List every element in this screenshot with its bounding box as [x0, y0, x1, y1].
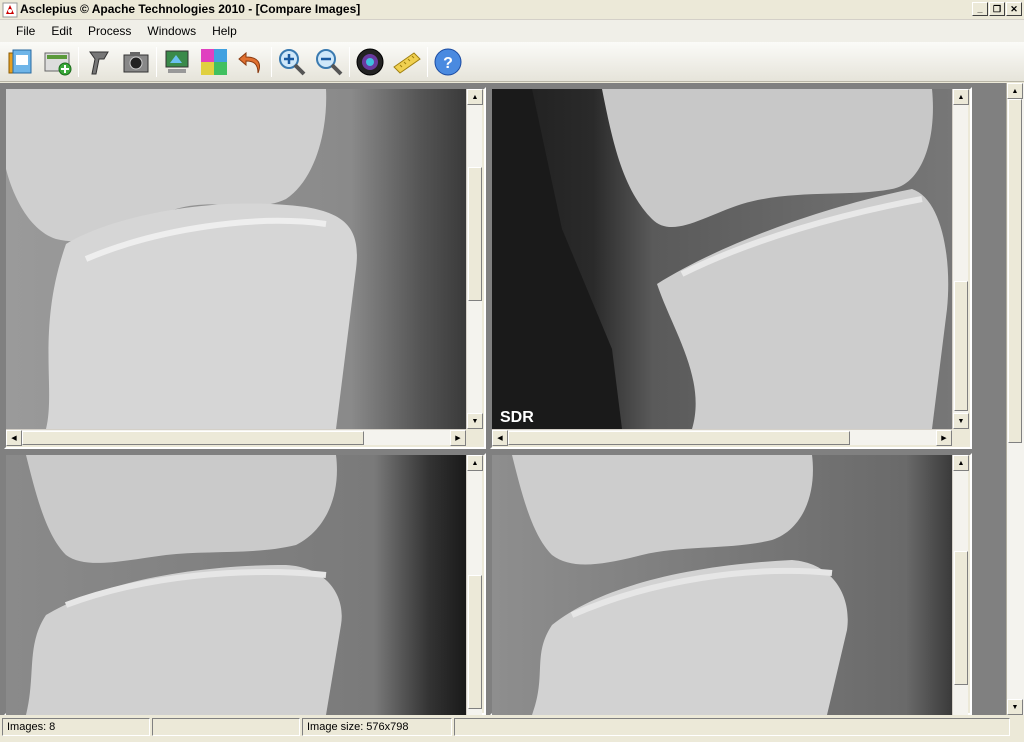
color-palette-icon — [201, 48, 227, 75]
monitor-icon — [165, 50, 189, 73]
monitor-button[interactable] — [160, 45, 194, 79]
toolbar-separator — [349, 46, 350, 77]
close-button[interactable]: ✕ — [1006, 2, 1022, 16]
scroll-thumb[interactable] — [954, 281, 968, 411]
menu-help[interactable]: Help — [204, 24, 245, 38]
restore-button[interactable]: ❐ — [989, 2, 1005, 16]
vertical-scrollbar[interactable]: ▲ ▼ — [952, 89, 969, 429]
menu-edit[interactable]: Edit — [43, 24, 80, 38]
menu-file[interactable]: File — [8, 24, 43, 38]
window-title: Asclepius © Apache Technologies 2010 - [… — [20, 2, 361, 16]
zoom-in-button[interactable] — [275, 45, 309, 79]
scroll-left-button[interactable]: ◀ — [6, 430, 22, 446]
zoom-out-button[interactable] — [312, 45, 346, 79]
toolbar-separator — [427, 46, 428, 77]
xray-image-1[interactable] — [6, 89, 466, 429]
camera-button[interactable] — [119, 45, 153, 79]
status-bar: Images: 8 Image size: 576x798 — [0, 716, 1024, 742]
scanner-button[interactable] — [82, 45, 116, 79]
scroll-up-button[interactable]: ▲ — [953, 455, 969, 471]
image-pane-3: ▲ — [4, 453, 486, 715]
scroll-down-button[interactable]: ▼ — [953, 413, 969, 429]
compare-workspace: ▲ ▼ ◀ ▶ SDR ▲ ▼ ◀ ▶ ▲ ▲ — [0, 83, 1024, 715]
ruler-button[interactable] — [390, 45, 424, 79]
scroll-up-button[interactable]: ▲ — [1007, 83, 1023, 99]
open-folder-icon — [8, 49, 32, 73]
horizontal-scrollbar[interactable]: ◀ ▶ — [6, 429, 466, 446]
vertical-scrollbar[interactable]: ▲ — [952, 455, 969, 715]
toolbar-separator — [78, 46, 79, 77]
scroll-down-button[interactable]: ▼ — [467, 413, 483, 429]
image-pane-4: ▲ — [490, 453, 972, 715]
palette-button[interactable] — [197, 45, 231, 79]
toolbar-separator — [156, 46, 157, 77]
toolbar: ? — [0, 42, 1024, 82]
undo-icon — [238, 51, 260, 73]
help-icon: ? — [434, 48, 462, 75]
barcode-scanner-icon — [89, 51, 109, 74]
image-pane-2: SDR ▲ ▼ ◀ ▶ — [490, 87, 972, 449]
app-logo-icon — [2, 2, 18, 18]
status-cell-2 — [152, 718, 300, 736]
menu-process[interactable]: Process — [80, 24, 139, 38]
status-image-size: Image size: 576x798 — [302, 718, 452, 736]
xray-image-2[interactable]: SDR — [492, 89, 952, 429]
scroll-thumb[interactable] — [22, 431, 364, 445]
add-image-icon — [44, 52, 72, 75]
minimize-button[interactable]: _ — [972, 2, 988, 16]
add-image-button[interactable] — [41, 45, 75, 79]
scroll-thumb[interactable] — [508, 431, 850, 445]
svg-text:?: ? — [443, 55, 453, 72]
scroll-left-button[interactable]: ◀ — [492, 430, 508, 446]
scroll-right-button[interactable]: ▶ — [936, 430, 952, 446]
lens-button[interactable] — [353, 45, 387, 79]
lens-icon — [356, 48, 384, 75]
sdr-label: SDR — [500, 409, 534, 426]
scroll-up-button[interactable]: ▲ — [467, 455, 483, 471]
scroll-right-button[interactable]: ▶ — [450, 430, 466, 446]
xray-image-3[interactable] — [6, 455, 466, 715]
scroll-down-button[interactable]: ▼ — [1007, 699, 1023, 715]
camera-icon — [123, 51, 149, 72]
vertical-scrollbar[interactable]: ▲ ▼ — [466, 89, 483, 429]
menu-bar: File Edit Process Windows Help — [0, 20, 1024, 42]
scroll-thumb[interactable] — [1008, 99, 1022, 443]
status-cell-4 — [454, 718, 1010, 736]
workspace-vertical-scrollbar[interactable]: ▲ ▼ — [1006, 83, 1024, 715]
scroll-thumb[interactable] — [954, 551, 968, 685]
horizontal-scrollbar[interactable]: ◀ ▶ — [492, 429, 952, 446]
ruler-icon — [393, 51, 421, 74]
vertical-scrollbar[interactable]: ▲ — [466, 455, 483, 715]
zoom-in-icon — [279, 48, 306, 75]
image-pane-1: ▲ ▼ ◀ ▶ — [4, 87, 486, 449]
title-bar: Asclepius © Apache Technologies 2010 - [… — [0, 0, 1024, 20]
scroll-up-button[interactable]: ▲ — [467, 89, 483, 105]
status-images-count: Images: 8 — [2, 718, 150, 736]
open-button[interactable] — [4, 45, 38, 79]
scroll-thumb[interactable] — [468, 575, 482, 709]
help-button[interactable]: ? — [431, 45, 465, 79]
scroll-thumb[interactable] — [468, 167, 482, 301]
toolbar-separator — [271, 46, 272, 77]
zoom-out-icon — [316, 48, 343, 75]
undo-button[interactable] — [234, 45, 268, 79]
menu-windows[interactable]: Windows — [139, 24, 204, 38]
scroll-up-button[interactable]: ▲ — [953, 89, 969, 105]
xray-image-4[interactable] — [492, 455, 952, 715]
